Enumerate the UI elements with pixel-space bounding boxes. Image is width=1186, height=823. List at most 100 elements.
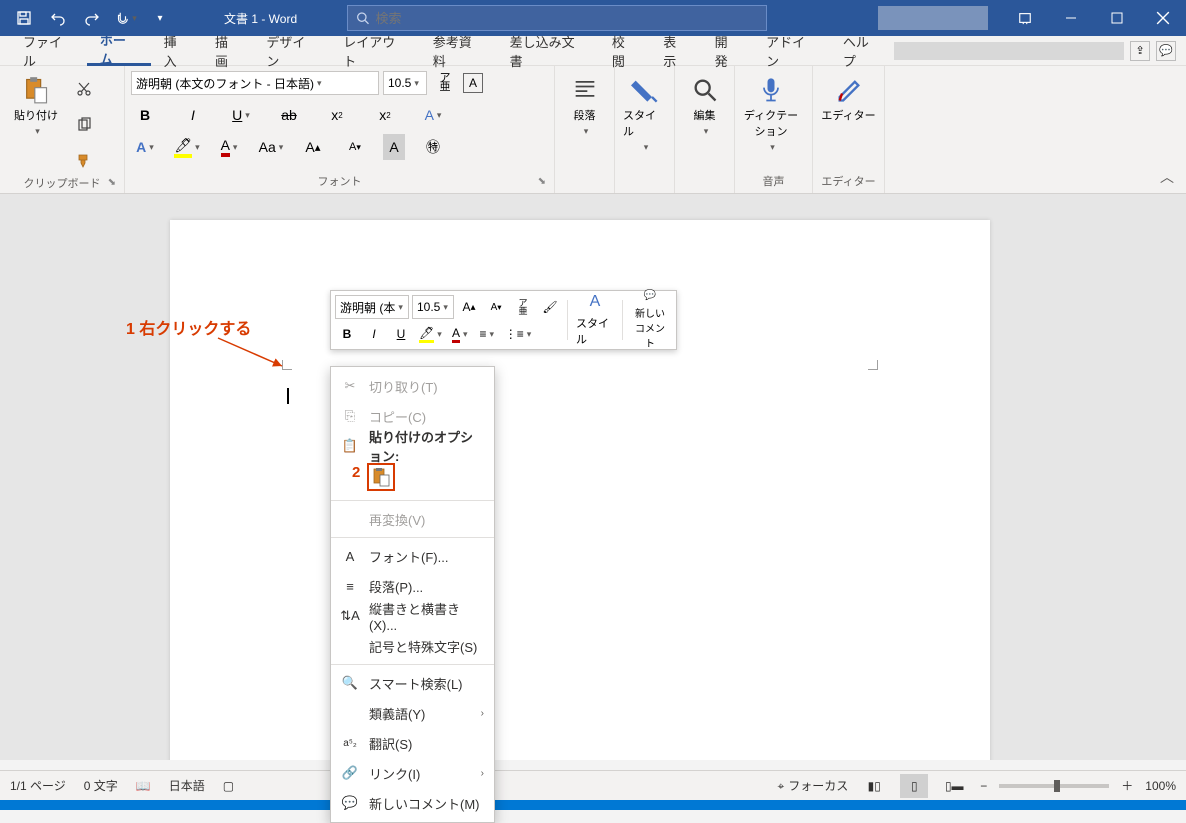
menu-font[interactable]: Aフォント(F)... (331, 541, 494, 571)
tab-layout[interactable]: レイアウト (330, 36, 420, 66)
styles-button[interactable]: スタイル (621, 70, 668, 159)
tab-developer[interactable]: 開発 (702, 36, 753, 66)
font-name-combo[interactable]: 游明朝 (本文のフォント - 日本語) (131, 71, 379, 95)
character-shading-button[interactable]: A (383, 134, 405, 160)
editor-label: エディター (821, 107, 875, 123)
menu-reconvert[interactable]: 再変換(V) (331, 504, 494, 534)
mini-format-painter[interactable]: 🖌 (538, 296, 562, 318)
mini-font-color[interactable]: A (448, 323, 472, 345)
account-area[interactable] (878, 6, 988, 30)
text-effects-button[interactable]: A (419, 102, 447, 128)
search-box[interactable] (347, 5, 767, 31)
mini-bold[interactable]: B (335, 323, 359, 345)
comment-icon: 💬 (341, 794, 359, 812)
superscript-button[interactable]: x2 (371, 102, 399, 128)
mini-italic[interactable]: I (362, 323, 386, 345)
menu-smart-lookup[interactable]: 🔍スマート検索(L) (331, 668, 494, 698)
text-fill-button[interactable]: A (131, 134, 159, 160)
mini-phonetic[interactable]: ア亜 (511, 296, 535, 318)
character-border-button[interactable]: A (463, 73, 483, 93)
change-case-button[interactable]: Aa (257, 134, 285, 160)
mini-font-combo[interactable]: 游明朝 (本 (335, 295, 409, 319)
menu-paragraph-label: 段落(P)... (369, 577, 423, 596)
mini-numbering[interactable]: ⋮≡ (502, 323, 535, 345)
menu-link[interactable]: 🔗リンク(I)› (331, 758, 494, 788)
tab-review[interactable]: 校閲 (599, 36, 650, 66)
zoom-slider[interactable] (999, 784, 1109, 788)
editing-button[interactable]: 編集 (681, 70, 728, 143)
mini-underline[interactable]: U (389, 323, 413, 345)
microphone-icon (757, 76, 785, 104)
grow-font-button[interactable]: A▴ (299, 134, 327, 160)
print-layout-button[interactable]: ▯ (900, 774, 928, 798)
read-mode-button[interactable]: ▮▯ (860, 774, 888, 798)
tab-draw[interactable]: 描画 (202, 36, 253, 66)
enclose-characters-button[interactable]: ㊕ (419, 134, 447, 160)
search-input[interactable] (375, 11, 758, 26)
zoom-in-button[interactable]: ＋ (1121, 777, 1133, 794)
share-button[interactable]: ⇪ (1130, 41, 1150, 61)
phonetic-guide-button[interactable]: ア亜 (431, 70, 459, 96)
menu-cut[interactable]: ✂切り取り(T) (331, 371, 494, 401)
tab-view[interactable]: 表示 (650, 36, 701, 66)
strikethrough-button[interactable]: ab (275, 102, 303, 128)
maximize-button[interactable] (1094, 0, 1140, 36)
status-spellcheck-icon[interactable]: 📖 (136, 779, 151, 793)
shrink-font-button[interactable]: A▾ (341, 134, 369, 160)
comments-button[interactable]: 💬 (1156, 41, 1176, 61)
mini-bullets[interactable]: ≡ (475, 323, 499, 345)
tab-insert[interactable]: 挿入 (151, 36, 202, 66)
menu-text-direction[interactable]: ⇅A縦書きと横書き(X)... (331, 601, 494, 631)
copy-button[interactable] (70, 112, 98, 138)
status-bar: 1/1 ページ 0 文字 📖 日本語 ▢ ⌖フォーカス ▮▯ ▯ ▯▬ − ＋ … (0, 770, 1186, 800)
close-button[interactable] (1140, 0, 1186, 36)
format-painter-button[interactable] (70, 148, 98, 174)
status-language[interactable]: 日本語 (169, 777, 205, 794)
mini-grow-font[interactable]: A▴ (457, 296, 481, 318)
cut-button[interactable] (70, 76, 98, 102)
collapse-ribbon-button[interactable]: ︿ (1160, 167, 1174, 187)
menu-paragraph[interactable]: ≡段落(P)... (331, 571, 494, 601)
clipboard-launcher[interactable]: ⬊ (108, 177, 116, 188)
find-icon (691, 76, 719, 104)
zoom-level[interactable]: 100% (1145, 779, 1176, 793)
bold-button[interactable]: B (131, 102, 159, 128)
menu-synonyms[interactable]: 類義語(Y)› (331, 698, 494, 728)
paste-keep-source-button[interactable] (367, 463, 395, 491)
web-layout-button[interactable]: ▯▬ (940, 774, 968, 798)
subscript-button[interactable]: x2 (323, 102, 351, 128)
status-words[interactable]: 0 文字 (84, 777, 118, 794)
highlight-button[interactable]: 🖊 (173, 134, 201, 160)
mini-highlight[interactable]: 🖊 (416, 323, 445, 345)
mini-new-comment[interactable]: 💬新しい コメント (628, 298, 672, 342)
editor-icon (835, 76, 863, 104)
tab-addins[interactable]: アドイン (753, 36, 830, 66)
font-color-button[interactable]: A (215, 134, 243, 160)
tab-home[interactable]: ホーム (87, 36, 151, 66)
editor-button[interactable]: エディター (819, 70, 878, 129)
dictation-button[interactable]: ディクテーション (741, 70, 801, 159)
zoom-out-button[interactable]: − (980, 779, 987, 793)
font-size-combo[interactable]: 10.5 (383, 71, 427, 95)
paste-button[interactable]: 貼り付け (6, 70, 66, 143)
font-launcher[interactable]: ⬊ (538, 176, 546, 187)
ribbon-display-button[interactable] (1002, 0, 1048, 36)
menu-new-comment[interactable]: 💬新しいコメント(M) (331, 788, 494, 818)
mini-size-combo[interactable]: 10.5 (412, 295, 454, 319)
mini-shrink-font[interactable]: A▾ (484, 296, 508, 318)
tab-references[interactable]: 参考資料 (420, 36, 497, 66)
tab-design[interactable]: デザイン (253, 36, 330, 66)
menu-symbols[interactable]: 記号と特殊文字(S) (331, 631, 494, 661)
underline-button[interactable]: U (227, 102, 255, 128)
minimize-button[interactable] (1048, 0, 1094, 36)
tab-help[interactable]: ヘルプ (830, 36, 894, 66)
tab-file[interactable]: ファイル (10, 36, 87, 66)
status-page[interactable]: 1/1 ページ (10, 777, 66, 794)
status-macro-icon[interactable]: ▢ (223, 779, 234, 793)
paragraph-button[interactable]: 段落 (561, 70, 608, 143)
focus-mode-button[interactable]: ⌖フォーカス (777, 777, 848, 794)
tab-mailings[interactable]: 差し込み文書 (497, 36, 599, 66)
menu-translate[interactable]: a⁵₂翻訳(S) (331, 728, 494, 758)
mini-styles[interactable]: Aスタイル (573, 298, 617, 342)
italic-button[interactable]: I (179, 102, 207, 128)
